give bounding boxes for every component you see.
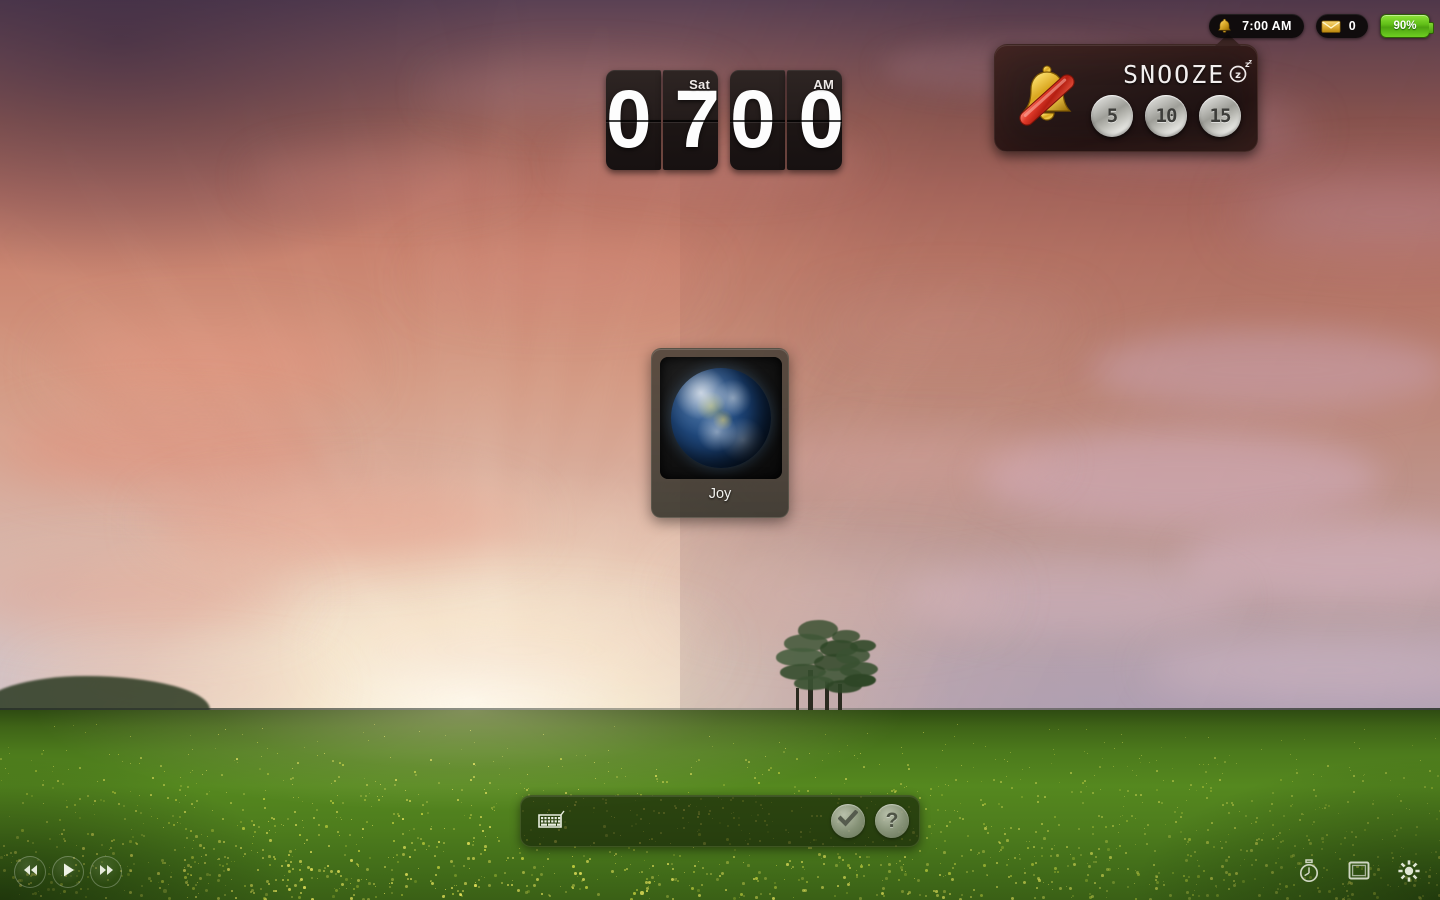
play-button[interactable] [52,856,84,888]
mail-status-pill[interactable]: 0 [1315,14,1368,38]
system-controls [1294,858,1424,888]
snooze-button-15[interactable]: 15 [1199,95,1241,137]
earth-avatar-icon [671,368,771,468]
snooze-widget: SNOOZE z z z 5 10 15 [994,34,1258,152]
clock-minutes-group: 0 0 AM [730,70,842,170]
clock-hour-ones-card: 7 Sat [663,70,718,170]
svg-text:z: z [1235,70,1241,81]
avatar[interactable] [660,357,782,479]
snooze-title-label: SNOOZE [1123,60,1226,89]
mail-count-label: 0 [1348,19,1356,33]
alarm-time-label: 7:00 AM [1242,19,1292,33]
clock-minute-ones-card: 0 AM [787,70,842,170]
user-login-tile[interactable]: Joy [651,348,789,518]
flip-split-line [663,120,718,122]
password-bar: ? [520,795,920,847]
flip-split-line [606,120,661,122]
alarm-status-pill[interactable]: 7:00 AM [1209,14,1304,38]
bell-off-icon[interactable] [1009,61,1085,137]
clock-day-label: Sat [689,77,710,92]
snooze-title: SNOOZE z z z [1123,58,1253,90]
previous-button[interactable] [14,856,46,888]
clock-meridiem-label: AM [813,77,834,92]
battery-level-label: 90% [1393,20,1417,32]
tree-cluster [770,618,890,723]
password-input[interactable] [577,804,825,838]
stopwatch-icon [1298,858,1320,888]
snooze-button-label: 10 [1155,105,1178,127]
snooze-buttons-group: 5 10 15 [1091,95,1241,137]
previous-track-icon [22,863,39,882]
clock-minute-tens-card: 0 [730,70,785,170]
svg-text:z: z [1249,59,1253,66]
checkmark-icon [837,809,859,832]
clock-hours-group: 0 7 Sat [606,70,718,170]
brightness-button[interactable] [1394,858,1424,888]
desktop-wallpaper: 7:00 AM 0 90% 0 7 Sat 0 0 AM SNOOZE z z … [0,0,1440,900]
snooze-button-10[interactable]: 10 [1145,95,1187,137]
zzz-icon: z z z [1227,58,1253,89]
flip-split-line [730,120,785,122]
bell-icon [1213,16,1235,36]
submit-password-button[interactable] [831,804,865,838]
envelope-icon [1320,16,1342,36]
snooze-button-5[interactable]: 5 [1091,95,1133,137]
flip-clock: 0 7 Sat 0 0 AM [606,70,842,170]
next-button[interactable] [90,856,122,888]
display-button[interactable] [1344,858,1374,888]
timer-button[interactable] [1294,858,1324,888]
next-track-icon [98,863,115,882]
flip-split-line [787,120,842,122]
play-icon [61,862,76,883]
snooze-button-label: 5 [1106,105,1118,127]
keyboard-icon[interactable] [537,808,567,835]
clock-hour-tens-card: 0 [606,70,661,170]
monitor-icon [1347,860,1371,887]
question-mark-icon: ? [885,809,899,832]
brightness-icon [1397,859,1421,888]
help-button[interactable]: ? [875,804,909,838]
battery-status-badge[interactable]: 90% [1380,14,1434,38]
snooze-button-label: 15 [1209,105,1232,127]
user-name-label: Joy [708,486,732,502]
media-controls [14,856,122,888]
status-bar: 7:00 AM 0 90% [1209,14,1434,38]
